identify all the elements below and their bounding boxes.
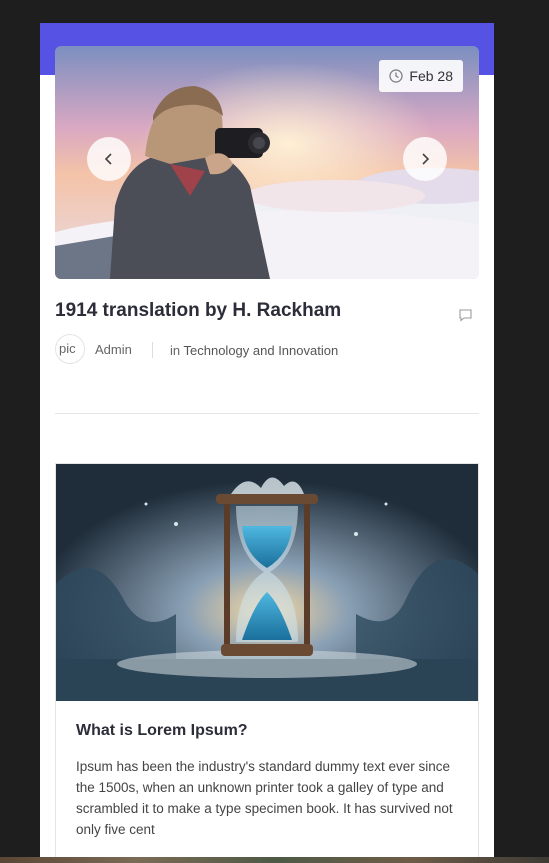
- author-link[interactable]: Admin: [95, 342, 132, 357]
- post-date: Feb 28: [409, 68, 453, 84]
- avatar: pic: [55, 334, 85, 364]
- slider-next-button[interactable]: [403, 137, 447, 181]
- card-excerpt: Ipsum has been the industry's standard d…: [76, 759, 453, 837]
- hourglass-image[interactable]: [56, 464, 478, 701]
- chevron-right-icon: [422, 153, 430, 165]
- category-link[interactable]: Technology and Innovation: [184, 343, 339, 358]
- divider: [55, 413, 479, 414]
- post-meta: pic Admin in Technology and Innovation: [55, 334, 475, 366]
- category-prefix: in: [170, 343, 181, 358]
- card-title[interactable]: What is Lorem Ipsum?: [76, 722, 248, 740]
- bottom-strip: [0, 857, 549, 863]
- date-badge: Feb 28: [379, 60, 463, 92]
- comment-icon[interactable]: [458, 308, 473, 322]
- meta-divider: [152, 342, 153, 358]
- slider-prev-button[interactable]: [87, 137, 131, 181]
- category-text: in Technology and Innovation: [170, 343, 338, 358]
- post-image-slider[interactable]: Feb 28: [55, 46, 479, 279]
- clock-icon: [389, 69, 404, 83]
- post-title[interactable]: 1914 translation by H. Rackham: [55, 300, 435, 322]
- post-card[interactable]: What is Lorem Ipsum? Ipsum has been the …: [55, 463, 479, 863]
- blog-panel: Feb 28 1914 translation by H. Rackham pi…: [40, 23, 494, 863]
- chevron-left-icon: [104, 153, 112, 165]
